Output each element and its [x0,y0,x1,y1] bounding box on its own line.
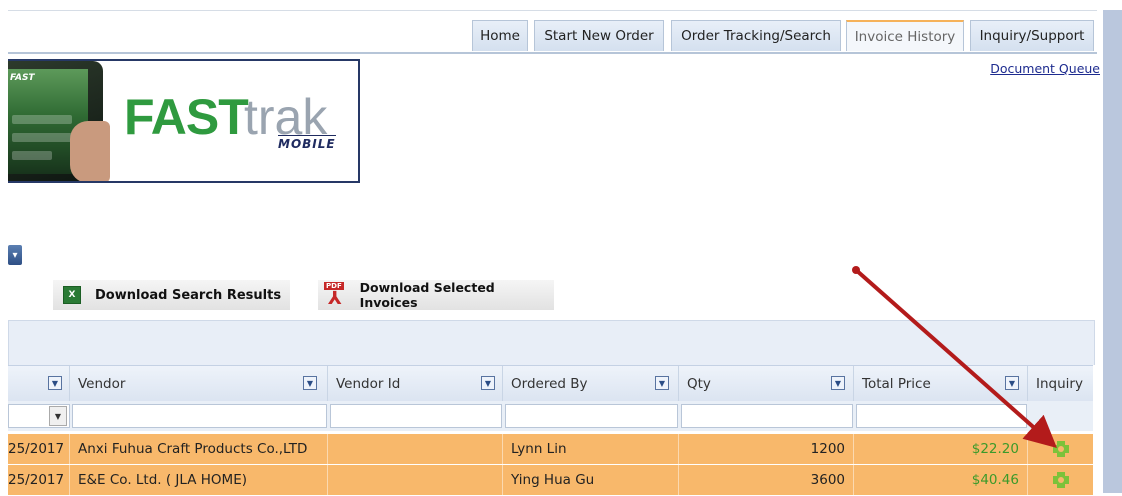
annotation-arrow [852,266,1057,448]
